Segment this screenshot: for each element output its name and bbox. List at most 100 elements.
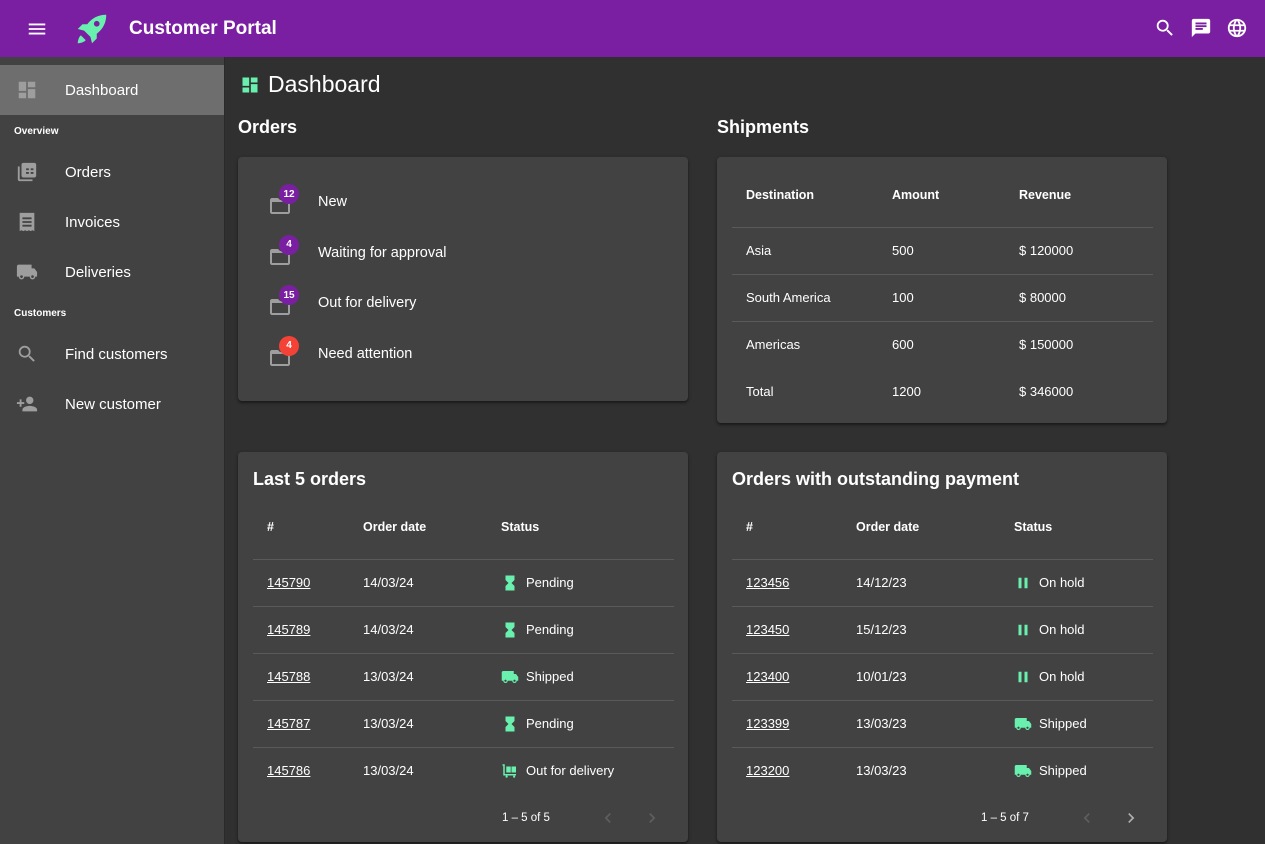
order-date: 13/03/24 [363, 699, 501, 747]
column-header: Status [501, 520, 540, 535]
order-id-link[interactable]: 145789 [267, 622, 310, 637]
table-row: 123200 13/03/23 Shipped [732, 746, 1153, 794]
outstanding-orders-card: Orders with outstanding payment # Order d… [717, 452, 1167, 842]
table-row: Total 1200 $ 346000 [732, 368, 1153, 415]
app-logo [72, 9, 112, 49]
order-id-link[interactable]: 145787 [267, 716, 310, 731]
sidebar-group-overview: Overview [14, 125, 59, 137]
folder-icon-wrapper: 4 [268, 234, 299, 269]
order-id-cell: 145786 [253, 746, 363, 794]
chevron-right-icon [642, 808, 662, 828]
column-header: Order date [856, 520, 920, 535]
next-page-button[interactable] [1111, 798, 1151, 838]
order-id-link[interactable]: 123400 [746, 669, 789, 684]
pause-icon [1014, 621, 1032, 639]
order-id-link[interactable]: 145790 [267, 575, 310, 590]
table-row: 123400 10/01/23 On hold [732, 652, 1153, 700]
order-category-item[interactable]: 12 New [268, 177, 688, 228]
table-row: South America 100 $ 80000 [732, 273, 1153, 321]
order-id-cell: 123450 [732, 605, 856, 653]
folder-icon-wrapper: 4 [268, 335, 299, 370]
next-page-button[interactable] [632, 798, 672, 838]
sidebar-item-find-customers[interactable]: Find customers [0, 329, 224, 379]
order-id-link[interactable]: 145786 [267, 763, 310, 778]
order-category-label: Waiting for approval [318, 244, 447, 261]
status-label: On hold [1039, 669, 1085, 684]
last-orders-card: Last 5 orders # Order date Status 145790 14… [238, 452, 688, 842]
sidebar-item-label: Invoices [65, 213, 121, 231]
status-badge: On hold [1014, 668, 1153, 686]
column-header: Order date [363, 520, 427, 535]
status-badge: Shipped [1014, 715, 1153, 733]
status-badge: On hold [1014, 621, 1153, 639]
order-id-link[interactable]: 123200 [746, 763, 789, 778]
sidebar-item-invoices[interactable]: Invoices [0, 197, 224, 247]
order-category-item[interactable]: 4 Need attention [268, 329, 688, 380]
status-cell: Pending [501, 699, 674, 747]
count-badge: 15 [279, 285, 299, 306]
sidebar-item-label: Deliveries [65, 263, 131, 281]
truck-icon [1014, 762, 1032, 780]
table-row: 145786 13/03/24 Out for delivery [253, 746, 674, 794]
table-cell: $ 346000 [1019, 384, 1074, 399]
language-button[interactable] [1219, 10, 1255, 46]
order-id-link[interactable]: 123450 [746, 622, 789, 637]
column-header: Status [1014, 520, 1053, 535]
sidebar-item-orders[interactable]: Orders [0, 147, 224, 197]
table-row: 145788 13/03/24 Shipped [253, 652, 674, 700]
search-button[interactable] [1147, 10, 1183, 46]
column-header: # [267, 520, 274, 535]
main-content: Dashboard Orders Shipments 12 New 4 Waiting… [226, 57, 1265, 844]
sidebar-item-deliveries[interactable]: Deliveries [0, 247, 224, 297]
status-label: Shipped [1039, 716, 1087, 731]
order-id-cell: 123456 [732, 558, 856, 606]
table-cell: $ 150000 [1019, 320, 1153, 368]
table-cell: $ 120000 [1019, 226, 1153, 274]
sidebar-item-label: Orders [65, 163, 111, 181]
trolley-icon [501, 762, 519, 780]
status-label: Pending [526, 575, 574, 590]
table-cell: South America [732, 273, 892, 321]
chevron-left-icon [598, 808, 618, 828]
status-cell: Shipped [1014, 746, 1153, 794]
table-row: 123456 14/12/23 On hold [732, 558, 1153, 606]
truck-icon [15, 260, 39, 284]
pause-icon [1014, 574, 1032, 592]
outstanding-orders-title: Orders with outstanding payment [732, 469, 1020, 489]
order-category-label: New [318, 194, 348, 211]
order-id-cell: 123399 [732, 699, 856, 747]
person-add-icon [15, 392, 39, 416]
receipt-icon [15, 210, 39, 234]
order-id-cell: 145790 [253, 558, 363, 606]
order-id-link[interactable]: 123399 [746, 716, 789, 731]
order-category-item[interactable]: 15 Out for delivery [268, 278, 688, 329]
order-date: 13/03/23 [856, 699, 1014, 747]
status-cell: Shipped [501, 652, 674, 700]
hourglass-icon [501, 715, 519, 733]
count-badge: 4 [279, 335, 299, 356]
status-label: On hold [1039, 575, 1085, 590]
chevron-left-icon [1077, 808, 1097, 828]
folder-icon-wrapper: 15 [268, 285, 299, 319]
shipments-table: Destination Amount Revenue Asia 500 $ 120000… [732, 164, 1153, 415]
previous-page-button[interactable] [1067, 798, 1107, 838]
sidebar-item-dashboard[interactable]: Dashboard [0, 65, 224, 115]
orders-section-title: Orders [238, 117, 298, 137]
sidebar-item-new-customer[interactable]: New customer [0, 379, 224, 429]
status-cell: On hold [1014, 605, 1153, 653]
truck-icon [501, 668, 519, 686]
table-row: 145790 14/03/24 Pending [253, 558, 674, 606]
order-id-link[interactable]: 145788 [267, 669, 310, 684]
table-cell: 1200 [892, 384, 921, 399]
top-app-bar: Customer Portal [0, 0, 1265, 57]
order-category-item[interactable]: 4 Waiting for approval [268, 228, 688, 279]
column-header: Revenue [1019, 188, 1072, 203]
page-header: Dashboard [240, 71, 381, 98]
status-badge: On hold [1014, 574, 1153, 592]
chat-button[interactable] [1183, 10, 1219, 46]
table-cell: Asia [732, 226, 892, 274]
order-id-link[interactable]: 123456 [746, 575, 789, 590]
previous-page-button[interactable] [588, 798, 628, 838]
order-date: 14/03/24 [363, 558, 501, 606]
menu-button[interactable] [19, 11, 55, 47]
